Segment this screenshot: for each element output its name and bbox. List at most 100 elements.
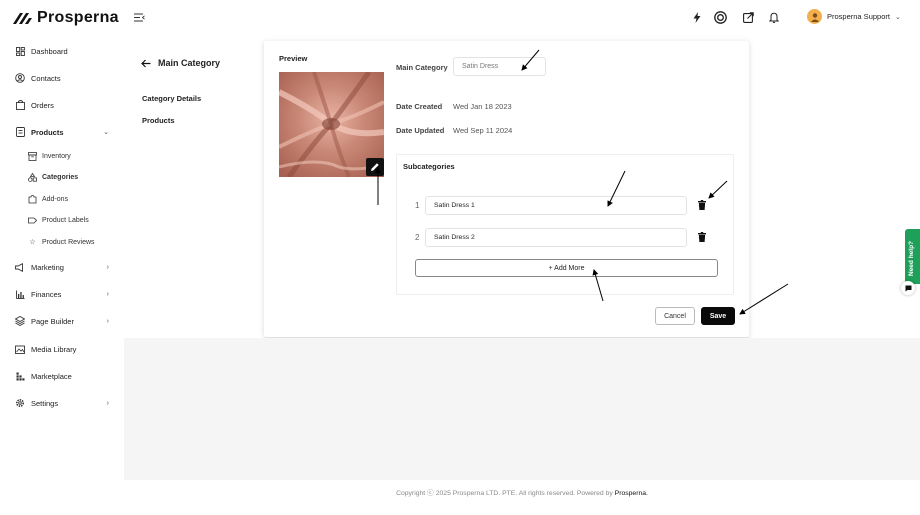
category-details-card: Preview Main Category Satin Dress Date C… <box>264 41 749 337</box>
sidebar-subitem-product-reviews[interactable]: ☆ Product Reviews <box>28 236 95 248</box>
sidebar-item-label: Orders <box>31 100 54 110</box>
footer-brand-link[interactable]: Prosperna. <box>615 490 648 497</box>
subcategories-section: Subcategories 1 Satin Dress 1 2 Satin Dr… <box>396 154 734 295</box>
save-button[interactable]: Save <box>701 307 735 325</box>
date-created-label: Date Created <box>396 102 443 111</box>
page-title: Main Category <box>158 58 221 68</box>
need-help-tab[interactable]: Need help? <box>905 229 920 284</box>
date-created-value: Wed Jan 18 2023 <box>453 102 512 111</box>
main-category-label: Main Category <box>396 63 448 72</box>
sidebar-subitem-label: Add-ons <box>42 195 69 203</box>
sidebar-item-label: Marketplace <box>31 371 72 381</box>
marketing-icon <box>15 262 25 272</box>
sidebar-item-finances[interactable]: Finances › <box>15 287 115 301</box>
sidebar-subitem-label: Inventory <box>42 152 71 160</box>
media-library-icon <box>15 344 25 354</box>
content-background-bottom <box>124 338 920 480</box>
sidebar: Prosperna Dashboard Contacts Orders Prod… <box>0 0 124 515</box>
trash-icon[interactable] <box>698 200 706 210</box>
add-ons-icon <box>28 194 37 204</box>
edit-image-button[interactable] <box>366 158 384 176</box>
sidebar-item-products[interactable]: Products ⌄ <box>15 125 115 139</box>
subcategories-title: Subcategories <box>403 162 455 171</box>
chevron-down-icon: ⌄ <box>894 13 901 21</box>
sidebar-item-label: Finances <box>31 289 62 299</box>
logo[interactable]: Prosperna <box>13 9 119 27</box>
target-icon[interactable] <box>714 11 727 24</box>
inventory-icon <box>28 151 37 161</box>
sidebar-subitem-inventory[interactable]: Inventory <box>28 150 71 162</box>
subcategory-input[interactable]: Satin Dress 2 <box>425 228 687 247</box>
footer-copyright: Copyright ⓒ 2025 Prosperna LTD. PTE. All… <box>396 490 613 497</box>
sidebar-item-orders[interactable]: Orders <box>15 98 115 112</box>
sidebar-item-label: Media Library <box>31 344 77 354</box>
logo-icon <box>13 13 32 24</box>
sidebar-item-settings[interactable]: Settings › <box>15 396 115 410</box>
chevron-right-icon: › <box>106 290 109 298</box>
marketplace-icon <box>15 371 25 381</box>
back-row: Main Category <box>141 58 220 68</box>
main-category-input[interactable]: Satin Dress <box>453 57 546 76</box>
chat-icon <box>905 285 911 291</box>
content-background-right <box>749 35 920 338</box>
add-more-button[interactable]: + Add More <box>415 259 718 277</box>
settings-icon <box>15 398 25 408</box>
top-header: Prosperna Support ⌄ <box>124 0 920 35</box>
sidebar-item-marketing[interactable]: Marketing › <box>15 260 115 274</box>
user-name: Prosperna Support <box>827 12 890 21</box>
products-icon <box>15 127 25 137</box>
trash-icon[interactable] <box>698 232 706 242</box>
subcategory-number: 2 <box>415 233 420 242</box>
sidebar-subitem-categories[interactable]: Categories <box>28 171 78 183</box>
collapse-menu-icon[interactable] <box>134 13 145 22</box>
preview-label: Preview <box>279 54 308 63</box>
sidebar-subitem-label: Product Reviews <box>42 238 95 246</box>
footer: Copyright ⓒ 2025 Prosperna LTD. PTE. All… <box>124 480 920 515</box>
sidebar-subitem-product-labels[interactable]: Product Labels <box>28 214 89 226</box>
sidebar-item-dashboard[interactable]: Dashboard <box>15 44 115 58</box>
categories-icon <box>28 172 37 182</box>
tab-products[interactable]: Products <box>142 116 175 125</box>
external-link-icon[interactable] <box>742 11 755 24</box>
chevron-right-icon: › <box>106 399 109 407</box>
category-nav-panel: Main Category Category Details Products <box>124 35 264 338</box>
sidebar-item-label: Marketing <box>31 262 64 272</box>
page-builder-icon <box>15 316 25 326</box>
orders-icon <box>15 100 25 110</box>
sidebar-item-label: Products <box>31 127 64 137</box>
user-menu[interactable]: Prosperna Support ⌄ <box>807 9 901 24</box>
date-updated-value: Wed Sep 11 2024 <box>453 126 513 135</box>
tab-category-details[interactable]: Category Details <box>142 94 201 103</box>
date-updated-label: Date Updated <box>396 126 445 135</box>
dashboard-icon <box>15 46 25 56</box>
need-help-label: Need help? <box>908 240 915 276</box>
pencil-icon <box>371 163 379 171</box>
cancel-button[interactable]: Cancel <box>655 307 695 325</box>
contacts-icon <box>15 73 25 83</box>
logo-text: Prosperna <box>37 9 119 26</box>
subcategory-input[interactable]: Satin Dress 1 <box>425 196 687 215</box>
back-arrow-icon[interactable] <box>141 59 151 68</box>
subcategory-number: 1 <box>415 201 420 210</box>
sidebar-subitem-label: Categories <box>42 173 79 181</box>
bell-icon[interactable] <box>767 11 780 24</box>
lightning-icon[interactable] <box>690 11 703 24</box>
sidebar-item-label: Settings <box>31 398 59 408</box>
finances-icon <box>15 289 25 299</box>
chat-button[interactable] <box>901 281 915 295</box>
sidebar-item-page-builder[interactable]: Page Builder › <box>15 314 115 328</box>
sidebar-item-label: Dashboard <box>31 46 68 56</box>
label-icon <box>28 216 37 225</box>
sidebar-item-label: Page Builder <box>31 316 74 326</box>
chevron-right-icon: › <box>106 263 109 271</box>
sidebar-item-marketplace[interactable]: Marketplace <box>15 369 115 383</box>
sidebar-subitem-add-ons[interactable]: Add-ons <box>28 193 68 205</box>
sidebar-subitem-label: Product Labels <box>42 216 89 224</box>
chevron-right-icon: › <box>106 317 109 325</box>
chevron-down-icon: ⌄ <box>103 129 109 136</box>
sidebar-item-contacts[interactable]: Contacts <box>15 71 115 85</box>
star-icon: ☆ <box>29 239 36 246</box>
avatar <box>807 9 822 24</box>
sidebar-item-label: Contacts <box>31 73 61 83</box>
sidebar-item-media-library[interactable]: Media Library <box>15 342 115 356</box>
